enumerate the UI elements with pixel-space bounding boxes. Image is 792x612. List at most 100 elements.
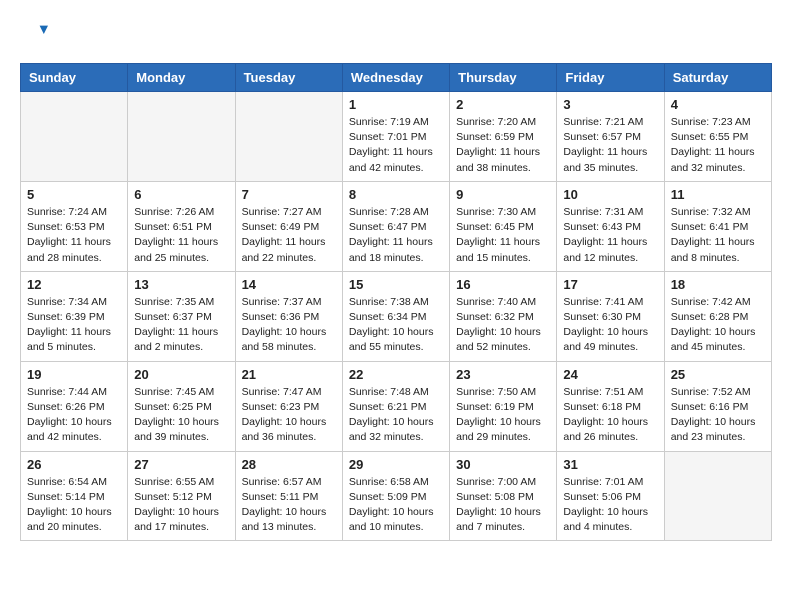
day-info-line: and 2 minutes. [134,341,203,353]
day-info-line: Sunset: 6:28 PM [671,311,749,323]
day-info-line: Sunset: 6:25 PM [134,401,212,413]
calendar-cell: 4Sunrise: 7:23 AMSunset: 6:55 PMDaylight… [664,92,771,182]
day-number: 16 [456,277,550,292]
day-info: Sunrise: 7:20 AMSunset: 6:59 PMDaylight:… [456,115,550,176]
day-info-line: Daylight: 10 hours [242,506,327,518]
day-info-line: Daylight: 11 hours [27,326,111,338]
day-info-line: and 5 minutes. [27,341,96,353]
calendar-cell: 2Sunrise: 7:20 AMSunset: 6:59 PMDaylight… [450,92,557,182]
day-info-line: Daylight: 11 hours [242,236,326,248]
calendar-cell: 22Sunrise: 7:48 AMSunset: 6:21 PMDayligh… [342,361,449,451]
calendar-cell [128,92,235,182]
calendar-cell: 9Sunrise: 7:30 AMSunset: 6:45 PMDaylight… [450,181,557,271]
day-number: 30 [456,457,550,472]
day-info-line: Sunrise: 7:30 AM [456,206,536,218]
day-info-line: Sunrise: 7:50 AM [456,386,536,398]
day-info-line: Sunrise: 7:41 AM [563,296,643,308]
day-info-line: and 20 minutes. [27,521,102,533]
calendar-cell: 21Sunrise: 7:47 AMSunset: 6:23 PMDayligh… [235,361,342,451]
day-number: 15 [349,277,443,292]
day-info-line: and 52 minutes. [456,341,531,353]
calendar-header-thursday: Thursday [450,64,557,92]
day-info-line: and 32 minutes. [671,162,746,174]
day-info-line: Daylight: 10 hours [242,416,327,428]
calendar-cell: 5Sunrise: 7:24 AMSunset: 6:53 PMDaylight… [21,181,128,271]
day-info: Sunrise: 7:19 AMSunset: 7:01 PMDaylight:… [349,115,443,176]
day-info-line: Sunrise: 7:44 AM [27,386,107,398]
day-info-line: Daylight: 11 hours [456,236,540,248]
day-info-line: Sunset: 5:11 PM [242,491,319,503]
day-info-line: Sunrise: 7:42 AM [671,296,751,308]
day-info: Sunrise: 7:37 AMSunset: 6:36 PMDaylight:… [242,295,336,356]
day-number: 13 [134,277,228,292]
day-info-line: and 28 minutes. [27,252,102,264]
day-info-line: Daylight: 10 hours [134,506,219,518]
day-number: 1 [349,97,443,112]
day-info-line: and 25 minutes. [134,252,209,264]
day-info-line: Daylight: 10 hours [456,506,541,518]
day-info-line: Sunset: 6:51 PM [134,221,212,233]
day-number: 27 [134,457,228,472]
day-info-line: Sunrise: 7:28 AM [349,206,429,218]
day-info-line: and 12 minutes. [563,252,638,264]
calendar-cell: 19Sunrise: 7:44 AMSunset: 6:26 PMDayligh… [21,361,128,451]
day-info-line: Sunrise: 7:45 AM [134,386,214,398]
day-number: 9 [456,187,550,202]
logo-icon [20,20,48,48]
day-info-line: Sunrise: 7:27 AM [242,206,322,218]
day-info-line: Sunset: 6:34 PM [349,311,427,323]
day-info: Sunrise: 7:00 AMSunset: 5:08 PMDaylight:… [456,475,550,536]
day-info-line: Sunrise: 7:47 AM [242,386,322,398]
day-info: Sunrise: 7:42 AM Sunset: 6:28 PM Daylight:… [671,295,765,356]
day-info-line: Sunset: 6:30 PM [563,311,641,323]
day-info-line: Daylight: 11 hours [134,326,218,338]
day-info-line: Sunrise: 6:55 AM [134,476,214,488]
calendar-cell: 15Sunrise: 7:38 AMSunset: 6:34 PMDayligh… [342,271,449,361]
day-info: Sunrise: 7:51 AMSunset: 6:18 PMDaylight:… [563,385,657,446]
calendar-header-sunday: Sunday [21,64,128,92]
day-number: 23 [456,367,550,382]
day-info: Sunrise: 7:23 AMSunset: 6:55 PMDaylight:… [671,115,765,176]
calendar-cell: 18Sunrise: 7:42 AMSunset: 6:28 PMDayligh… [664,271,771,361]
day-info-line: Sunrise: 7:01 AM [563,476,643,488]
day-info-line: Daylight: 10 hours [671,326,756,338]
day-number: 22 [349,367,443,382]
day-info-line: and 29 minutes. [456,431,531,443]
day-info-line: and 35 minutes. [563,162,638,174]
day-info: Sunrise: 7:31 AMSunset: 6:43 PMDaylight:… [563,205,657,266]
day-number: 6 [134,187,228,202]
day-number: 8 [349,187,443,202]
calendar-cell: 27Sunrise: 6:55 AMSunset: 5:12 PMDayligh… [128,451,235,541]
calendar-cell: 6Sunrise: 7:26 AMSunset: 6:51 PMDaylight… [128,181,235,271]
day-info-line: and 38 minutes. [456,162,531,174]
day-info-line: Daylight: 11 hours [563,146,647,158]
day-info-line: Sunrise: 7:21 AM [563,116,643,128]
day-info-line: Sunrise: 7:24 AM [27,206,107,218]
day-info: Sunrise: 7:52 AMSunset: 6:16 PMDaylight:… [671,385,765,446]
day-number: 28 [242,457,336,472]
day-info-line: Daylight: 10 hours [349,416,434,428]
day-info-line: Daylight: 11 hours [349,236,433,248]
day-info-line: Sunrise: 6:54 AM [27,476,107,488]
day-info-line: Sunrise: 7:20 AM [456,116,536,128]
day-info-line: Sunrise: 7:38 AM [349,296,429,308]
calendar-cell: 8Sunrise: 7:28 AMSunset: 6:47 PMDaylight… [342,181,449,271]
calendar-header-friday: Friday [557,64,664,92]
calendar-cell: 24Sunrise: 7:51 AMSunset: 6:18 PMDayligh… [557,361,664,451]
day-info-line: Sunset: 6:37 PM [134,311,212,323]
day-info-line: and 39 minutes. [134,431,209,443]
day-info-line: Sunset: 6:32 PM [456,311,534,323]
day-info-line: and 13 minutes. [242,521,317,533]
day-info-line: and 4 minutes. [563,521,632,533]
day-info-line: Sunset: 6:41 PM [671,221,749,233]
day-info-line: Sunset: 5:08 PM [456,491,534,503]
day-info: Sunrise: 7:41 AMSunset: 6:30 PMDaylight:… [563,295,657,356]
day-info-line: Sunrise: 7:52 AM [671,386,751,398]
day-number: 31 [563,457,657,472]
calendar-cell: 3Sunrise: 7:21 AMSunset: 6:57 PMDaylight… [557,92,664,182]
day-info: Sunrise: 6:54 AMSunset: 5:14 PMDaylight:… [27,475,121,536]
day-number: 3 [563,97,657,112]
calendar-week-5: 26Sunrise: 6:54 AMSunset: 5:14 PMDayligh… [21,451,772,541]
day-info: Sunrise: 7:35 AMSunset: 6:37 PMDaylight:… [134,295,228,356]
day-info-line: Sunrise: 6:58 AM [349,476,429,488]
